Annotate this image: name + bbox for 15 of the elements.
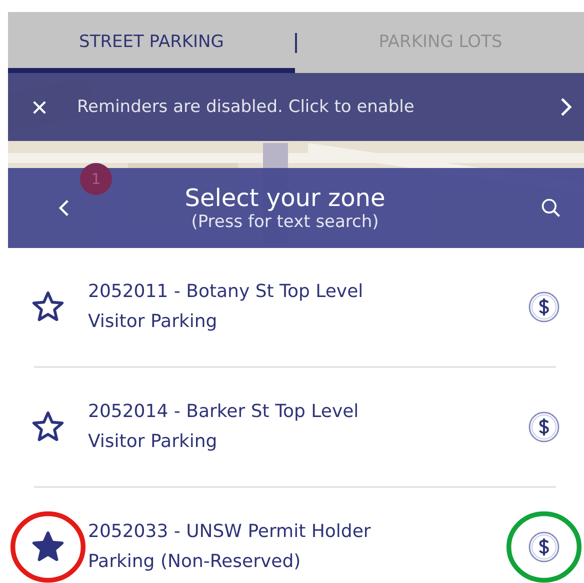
zone-name[interactable]: 2052014 - Barker St Top Level Visitor Parking: [88, 397, 504, 457]
header-subtitle[interactable]: (Press for text search): [191, 212, 379, 232]
dollar-icon[interactable]: [528, 411, 560, 443]
chevron-right-icon[interactable]: [560, 97, 572, 117]
dollar-icon[interactable]: [528, 531, 560, 563]
search-icon[interactable]: [540, 197, 562, 219]
filled-star-icon[interactable]: [31, 530, 65, 564]
zone-name[interactable]: 2052033 - UNSW Permit Holder Parking (Non-Reserved): [88, 517, 504, 577]
star-outline-icon[interactable]: [31, 410, 65, 444]
zone-name[interactable]: 2052011 - Botany St Top Level Visitor Parking: [88, 277, 504, 337]
header-title: Select your zone: [184, 184, 386, 212]
star-outline-icon[interactable]: [31, 290, 65, 324]
dollar-icon[interactable]: [528, 291, 560, 323]
back-icon[interactable]: [58, 199, 70, 217]
close-icon[interactable]: [32, 100, 47, 114]
